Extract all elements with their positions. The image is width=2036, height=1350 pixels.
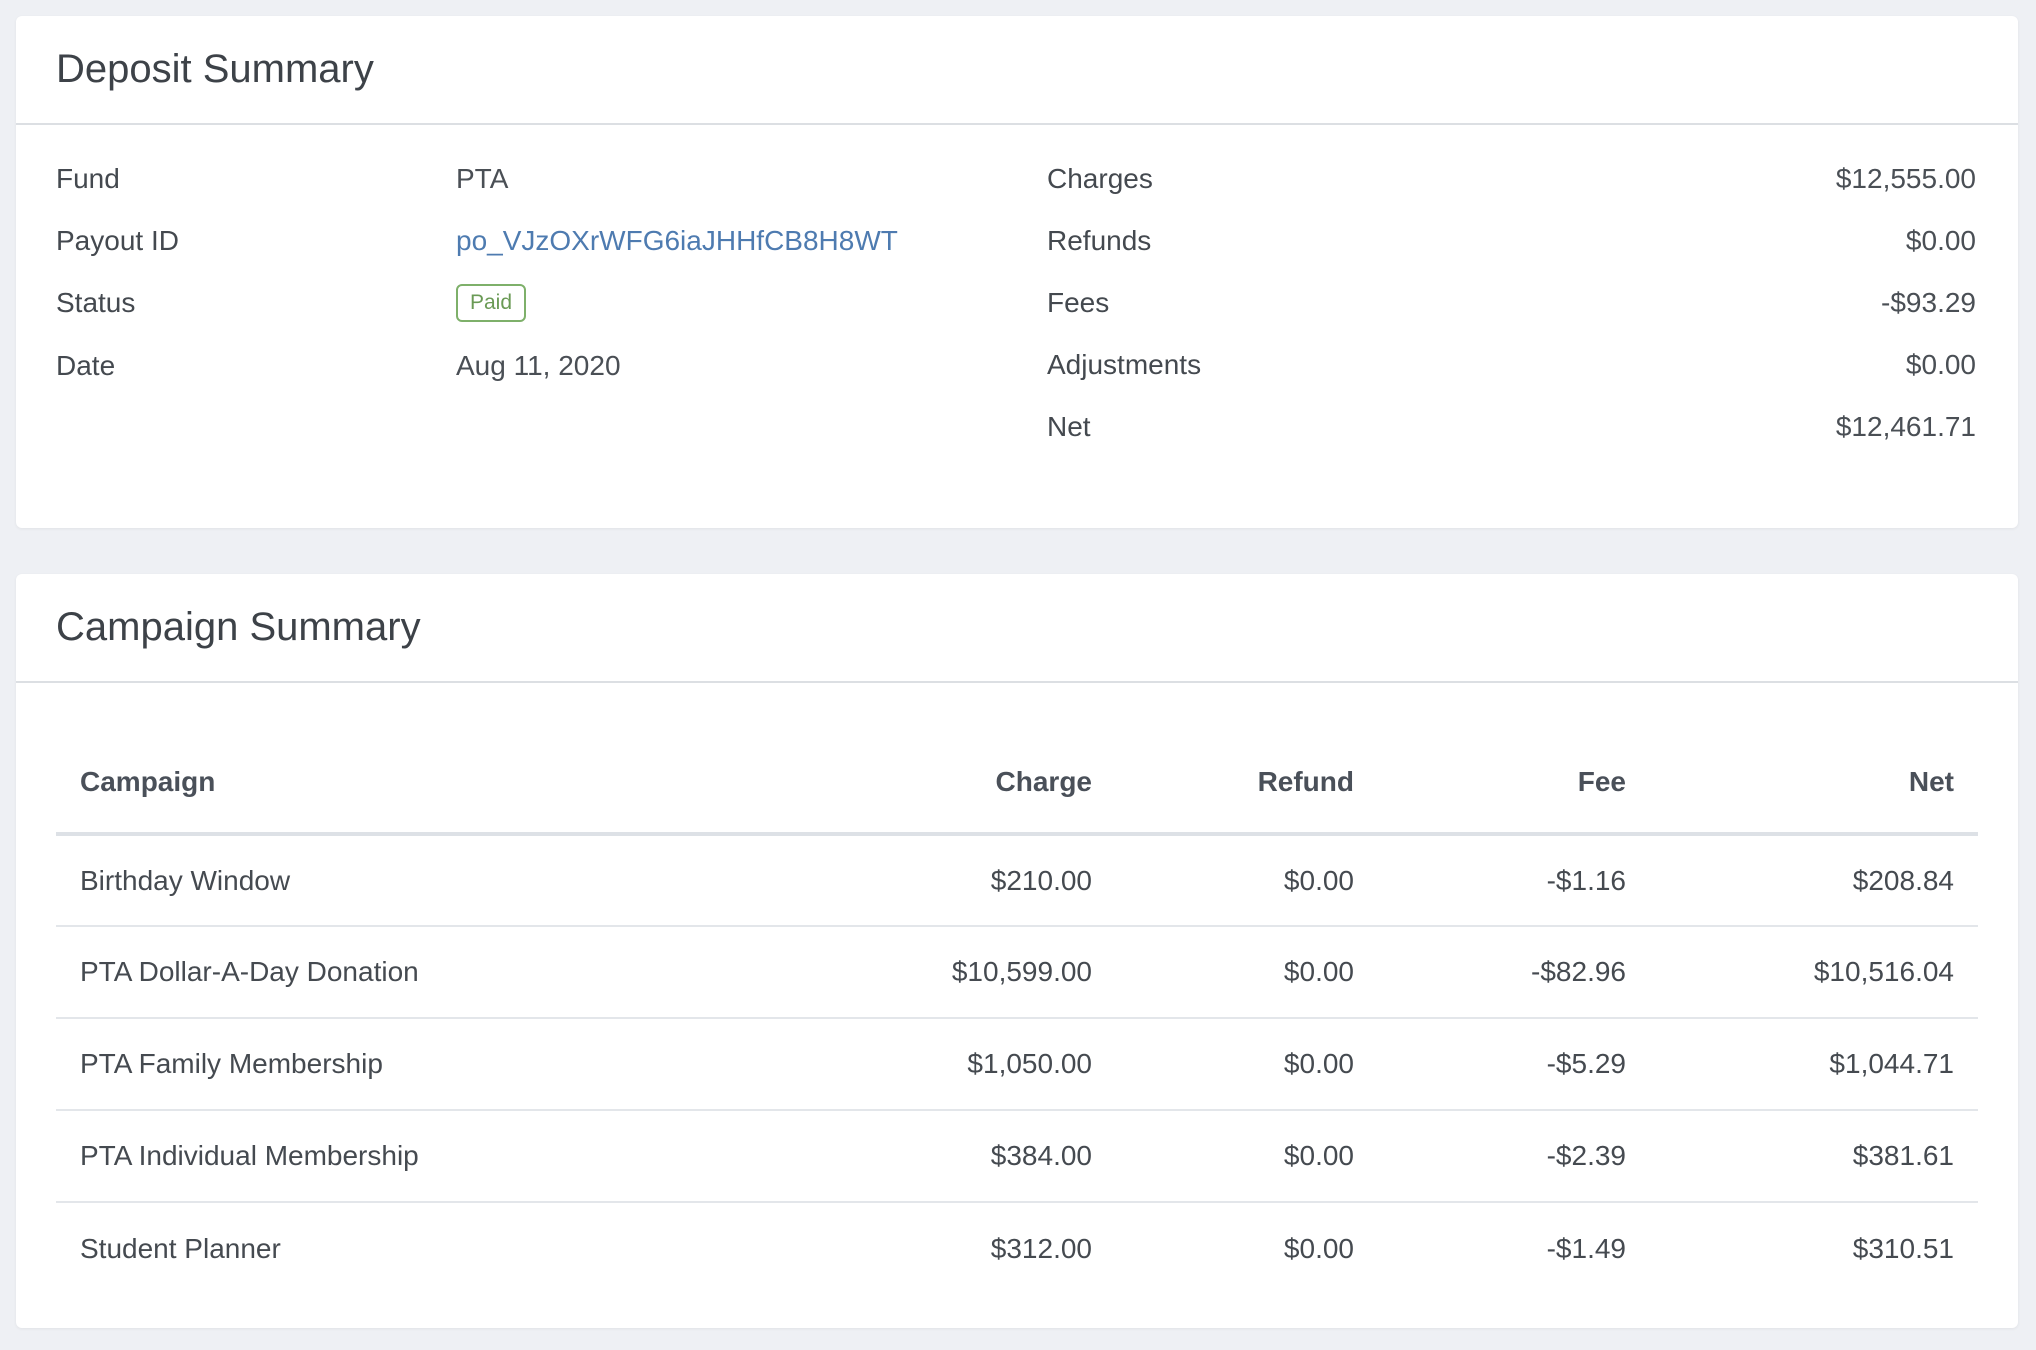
payout-id-label: Payout ID (56, 225, 179, 256)
net-cell: $381.61 (1650, 1110, 1978, 1203)
refunds-value: $0.00 (1905, 225, 1976, 256)
campaign-summary-header: Campaign Summary (16, 574, 2018, 683)
date-value: Aug 11, 2020 (456, 350, 621, 381)
refund-cell: $0.00 (1116, 834, 1378, 927)
fund-label: Fund (56, 163, 120, 194)
column-header-campaign: Campaign (56, 731, 616, 836)
fee-cell: -$1.16 (1378, 834, 1650, 927)
table-row: PTA Individual Membership $384.00 $0.00 … (56, 1110, 1978, 1203)
column-header-fee: Fee (1378, 731, 1650, 836)
net-cell: $10,516.04 (1650, 926, 1978, 1019)
campaign-summary-title: Campaign Summary (56, 605, 421, 649)
adjustments-label: Adjustments (1047, 349, 1202, 380)
refund-cell: $0.00 (1116, 1110, 1378, 1203)
charge-cell: $10,599.00 (616, 926, 1116, 1019)
net-cell: $310.51 (1852, 1232, 1954, 1264)
table-header-row: Campaign Charge Refund Fee Net (56, 731, 1978, 836)
fee-cell: -$82.96 (1378, 926, 1650, 1019)
campaign-name-cell: PTA Family Membership (56, 1018, 616, 1111)
status-label: Status (56, 287, 136, 318)
fee-cell: -$5.29 (1378, 1018, 1650, 1111)
net-value: $12,461.71 (1835, 411, 1976, 442)
charge-cell: $384.00 (616, 1110, 1116, 1203)
payout-id-link[interactable]: po_VJzOXrWFG6iaJHHfCB8H8WT (456, 225, 898, 257)
refund-cell: $0.00 (1283, 1232, 1354, 1264)
deposit-summary-title: Deposit Summary (56, 47, 374, 91)
table-row: Student Planner $312.00 $0.00 -$1.49 $31… (56, 1202, 1978, 1294)
fees-value: -$93.29 (1881, 287, 1976, 318)
campaign-name-cell: PTA Dollar-A-Day Donation (56, 926, 616, 1019)
fee-cell: -$2.39 (1378, 1110, 1650, 1203)
refund-cell: $0.00 (1116, 926, 1378, 1019)
table-row: PTA Dollar-A-Day Donation $10,599.00 $0.… (56, 926, 1978, 1019)
charges-label: Charges (1047, 163, 1153, 194)
campaign-name-cell: Birthday Window (56, 834, 616, 927)
refunds-label: Refunds (1047, 225, 1152, 256)
table-row: PTA Family Membership $1,050.00 $0.00 -$… (56, 1018, 1978, 1111)
payout-id-field: po_VJzOXrWFG6iaJHHfCB8H8WT (456, 210, 898, 272)
fund-value: PTA (456, 163, 509, 194)
column-header-refund: Refund (1116, 731, 1378, 836)
net-label: Net (1047, 411, 1091, 442)
campaign-name-cell: PTA Individual Membership (56, 1110, 616, 1203)
status-field: Paid (456, 272, 527, 334)
campaign-name-cell: Student Planner (80, 1232, 281, 1264)
refund-cell: $0.00 (1116, 1018, 1378, 1111)
net-cell: $208.84 (1650, 834, 1978, 927)
fee-cell: -$1.49 (1546, 1232, 1626, 1264)
charge-cell: $210.00 (616, 834, 1116, 927)
charges-value: $12,555.00 (1835, 163, 1976, 194)
column-header-charge: Charge (616, 731, 1116, 836)
campaign-table: Campaign Charge Refund Fee Net Birthday … (56, 731, 1978, 1294)
date-label: Date (56, 350, 116, 381)
net-cell: $1,044.71 (1650, 1018, 1978, 1111)
deposit-summary-card: Deposit Summary Fund PTA Payout ID po_VJ… (16, 16, 2018, 528)
campaign-summary-card: Campaign Summary Campaign Charge Refund … (16, 574, 2018, 1328)
charge-cell: $312.00 (990, 1232, 1092, 1264)
fees-label: Fees (1047, 287, 1110, 318)
table-row: Birthday Window $210.00 $0.00 -$1.16 $20… (56, 834, 1978, 927)
column-header-net: Net (1650, 731, 1978, 836)
deposit-summary-header: Deposit Summary (16, 16, 2018, 125)
status-badge: Paid (456, 284, 527, 322)
charge-cell: $1,050.00 (616, 1018, 1116, 1111)
adjustments-value: $0.00 (1905, 349, 1976, 380)
